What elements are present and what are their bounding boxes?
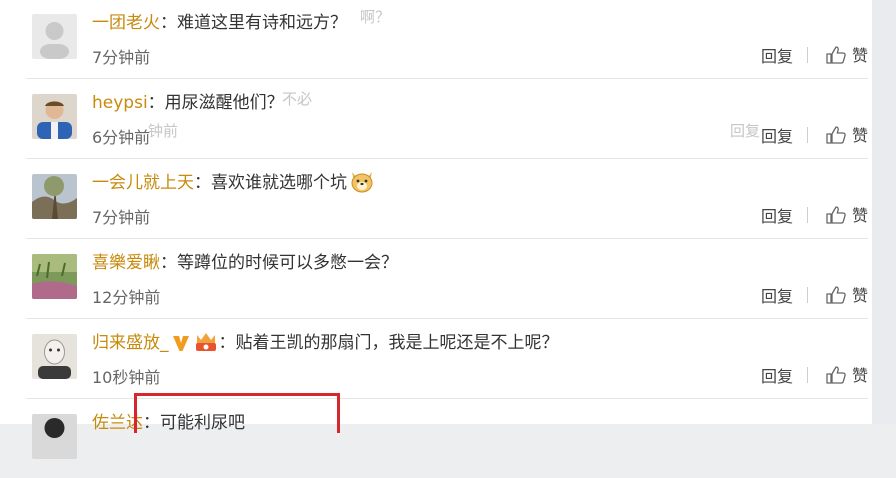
- username-link[interactable]: 一会儿就上天: [92, 173, 194, 193]
- highlight-box: [134, 393, 340, 433]
- comment-text: ：贴着王凯的那扇门，我是上呢还是不上呢？: [218, 333, 559, 353]
- username-link[interactable]: 归来盛放_: [92, 333, 169, 353]
- avatar[interactable]: [32, 14, 77, 59]
- comment-time: 7分钟前: [92, 208, 151, 227]
- comment-time: 6分钟前: [92, 128, 151, 147]
- reply-button[interactable]: 回复: [761, 123, 793, 147]
- avatar[interactable]: [32, 174, 77, 219]
- divider: [806, 127, 808, 143]
- avatar[interactable]: [32, 414, 77, 459]
- comment-time: 10秒钟前: [92, 368, 161, 387]
- like-button[interactable]: 赞: [826, 202, 868, 228]
- scrollbar[interactable]: [872, 0, 896, 424]
- like-button[interactable]: 赞: [826, 42, 868, 68]
- reply-button[interactable]: 回复: [761, 283, 793, 307]
- reply-button[interactable]: 回复: [761, 363, 793, 387]
- like-button[interactable]: 赞: [826, 362, 868, 388]
- comment-time: 12分钟前: [92, 288, 161, 307]
- thumbs-up-icon: [826, 286, 846, 308]
- reply-button[interactable]: 回复: [761, 43, 793, 67]
- like-label: 赞: [851, 206, 868, 225]
- like-label: 赞: [851, 126, 868, 145]
- comment-row: 归来盛放_ ：贴着王凯的那扇门，我是上呢还是不上呢？ 10秒钟前 回复 赞: [26, 318, 868, 399]
- comment-row: 喜樂爱瞅：等蹲位的时候可以多憋一会？ 12分钟前 回复 赞: [26, 238, 868, 319]
- comment-time: 7分钟前: [92, 48, 151, 67]
- like-button[interactable]: 赞: [826, 282, 868, 308]
- comment-text: ：用尿滋醒他们？: [147, 93, 284, 113]
- thumbs-up-icon: [826, 46, 846, 68]
- username-link[interactable]: heypsi: [92, 93, 148, 113]
- divider: [806, 287, 808, 303]
- divider: [806, 367, 808, 383]
- thumbs-up-icon: [826, 206, 846, 228]
- comment-text: ：喜欢谁就选哪个坑: [194, 173, 347, 193]
- thumbs-up-icon: [826, 126, 846, 148]
- like-label: 赞: [851, 366, 868, 385]
- verified-v-icon: [171, 333, 191, 358]
- avatar[interactable]: [32, 334, 77, 379]
- like-label: 赞: [851, 286, 868, 305]
- username-link[interactable]: 一团老火: [92, 13, 160, 33]
- avatar[interactable]: [32, 94, 77, 139]
- member-badge-icon: [193, 331, 219, 358]
- comment-row: heypsi：用尿滋醒他们？ 6分钟前 回复 赞: [26, 78, 868, 159]
- comment-text: ：难道这里有诗和远方？: [160, 13, 347, 33]
- reply-button[interactable]: 回复: [761, 203, 793, 227]
- like-label: 赞: [851, 46, 868, 65]
- comment-row: 一团老火：难道这里有诗和远方？ 7分钟前 回复 赞: [26, 0, 868, 79]
- username-link[interactable]: 喜樂爱瞅: [92, 253, 160, 273]
- comment-row: 一会儿就上天：喜欢谁就选哪个坑 7分钟前 回复 赞: [26, 158, 868, 239]
- divider: [806, 207, 808, 223]
- dog-emoji-icon: [349, 169, 375, 198]
- thumbs-up-icon: [826, 366, 846, 388]
- divider: [806, 47, 808, 63]
- avatar[interactable]: [32, 254, 77, 299]
- like-button[interactable]: 赞: [826, 122, 868, 148]
- comment-panel: 啊？ 不必 钟前 回复 一团老火：难道这里有诗和远方？ 7分钟前 回复 赞 he…: [0, 0, 872, 459]
- comment-text: ：等蹲位的时候可以多憋一会？: [160, 253, 398, 273]
